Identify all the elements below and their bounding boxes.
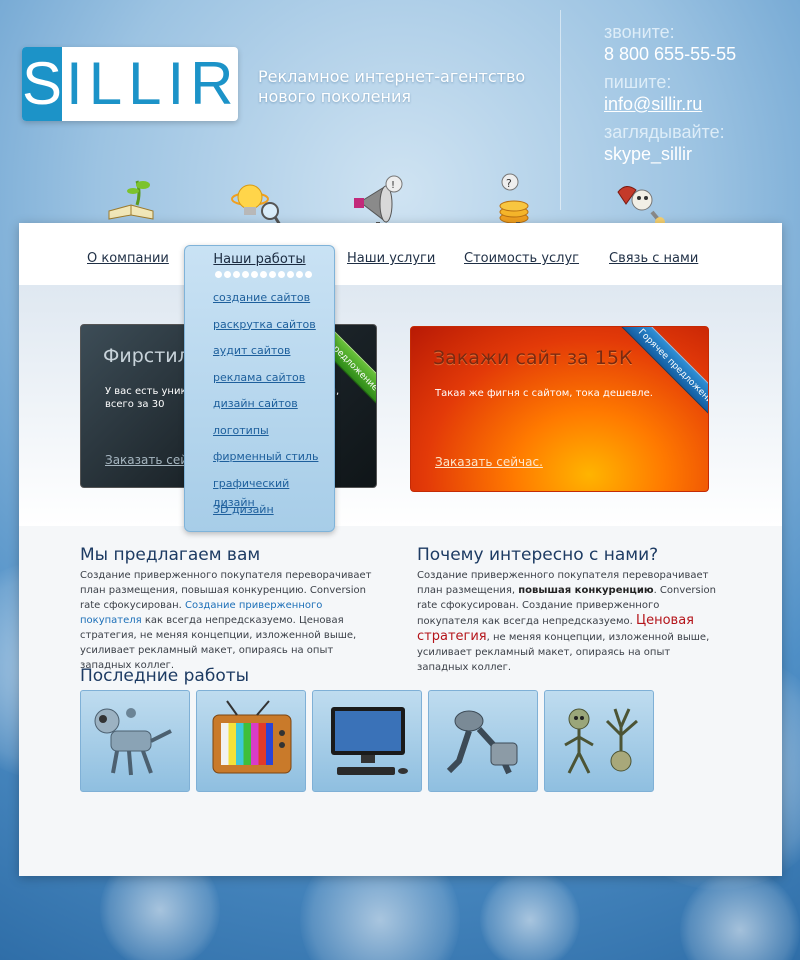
work-thumb-retro-tv[interactable]	[196, 690, 306, 792]
offer-title: Мы предлагаем вам	[80, 545, 261, 565]
promo-card-website-15k: Закажи сайт за 15К Такая же фигня с сайт…	[410, 326, 709, 492]
dropdown-dots	[215, 271, 312, 278]
dropdown-list: создание сайтов раскрутка сайтов аудит с…	[213, 286, 334, 525]
promo-dark-title: Фирстил	[103, 345, 190, 367]
latest-works-title: Последние работы	[80, 666, 250, 686]
work-thumb-robot-dog[interactable]	[80, 690, 190, 792]
phone-number: 8 800 655-55-55	[604, 44, 737, 64]
site-logo[interactable]: S ILLIR	[22, 47, 238, 121]
dropdown-item-3d-design[interactable]: 3D дизайн	[213, 503, 274, 516]
dropdown-item-brand-style[interactable]: фирменный стиль	[213, 450, 318, 463]
call-label: звоните:	[604, 22, 675, 42]
nav-item-contact[interactable]: Связь с нами	[609, 251, 698, 266]
dropdown-item-logos[interactable]: логотипы	[213, 424, 269, 437]
robot-dog-icon	[94, 708, 172, 776]
promo-red-order-link[interactable]: Заказать сейчас.	[435, 455, 543, 469]
dropdown-item-site-creation[interactable]: создание сайтов	[213, 291, 310, 304]
robot-figures-icon	[564, 708, 638, 774]
svg-text:?: ?	[506, 177, 512, 190]
email-link[interactable]: info@sillir.ru	[604, 92, 736, 116]
contacts-block: звоните: 8 800 655-55-55 пишите: info@si…	[604, 22, 736, 172]
latest-works-gallery	[80, 690, 654, 792]
write-label: пишите:	[604, 72, 672, 92]
nav-item-prices[interactable]: Стоимость услуг	[464, 251, 579, 266]
logo-mark: S	[22, 47, 63, 121]
nav-item-works[interactable]: Наши работы	[185, 252, 334, 267]
works-dropdown: Наши работы создание сайтов раскрутка са…	[184, 245, 335, 532]
work-thumb-desktop-pc[interactable]	[312, 690, 422, 792]
why-text: Создание приверженного покупателя перево…	[417, 570, 716, 673]
promo-red-ribbon: Горячее предложение	[620, 327, 708, 426]
main-nav: О компании Наши услуги Стоимость услуг С…	[19, 223, 782, 285]
svg-text:!: !	[391, 180, 395, 191]
why-section: Почему интересно с нами? Создание привер…	[417, 545, 717, 675]
nav-item-services[interactable]: Наши услуги	[347, 251, 435, 266]
promo-red-text: Такая же фигня с сайтом, тока дешевле.	[435, 388, 653, 399]
why-title: Почему интересно с нами?	[417, 545, 659, 565]
dropdown-item-site-audit[interactable]: аудит сайтов	[213, 344, 290, 357]
robot-crawler-icon	[446, 710, 518, 775]
dropdown-item-site-ads[interactable]: реклама сайтов	[213, 371, 305, 384]
site-tagline: Рекламное интернет-агентство нового поко…	[258, 67, 526, 106]
skype-id: skype_sillir	[604, 144, 693, 164]
look-label: заглядывайте:	[604, 122, 725, 142]
desktop-computer-icon	[331, 707, 408, 775]
nav-item-about[interactable]: О компании	[87, 251, 169, 266]
dropdown-item-site-design[interactable]: дизайн сайтов	[213, 397, 298, 410]
retro-tv-icon	[212, 700, 292, 774]
dropdown-item-site-promotion[interactable]: раскрутка сайтов	[213, 318, 316, 331]
work-thumb-robot-crawler[interactable]	[428, 690, 538, 792]
promo-red-title: Закажи сайт за 15К	[433, 347, 633, 369]
offer-text: Создание приверженного покупателя перево…	[80, 570, 372, 671]
logo-text: ILLIR	[66, 50, 238, 117]
offer-section: Мы предлагаем вам Создание приверженного…	[80, 545, 380, 673]
header-divider	[560, 10, 561, 210]
work-thumb-robot-figures[interactable]	[544, 690, 654, 792]
